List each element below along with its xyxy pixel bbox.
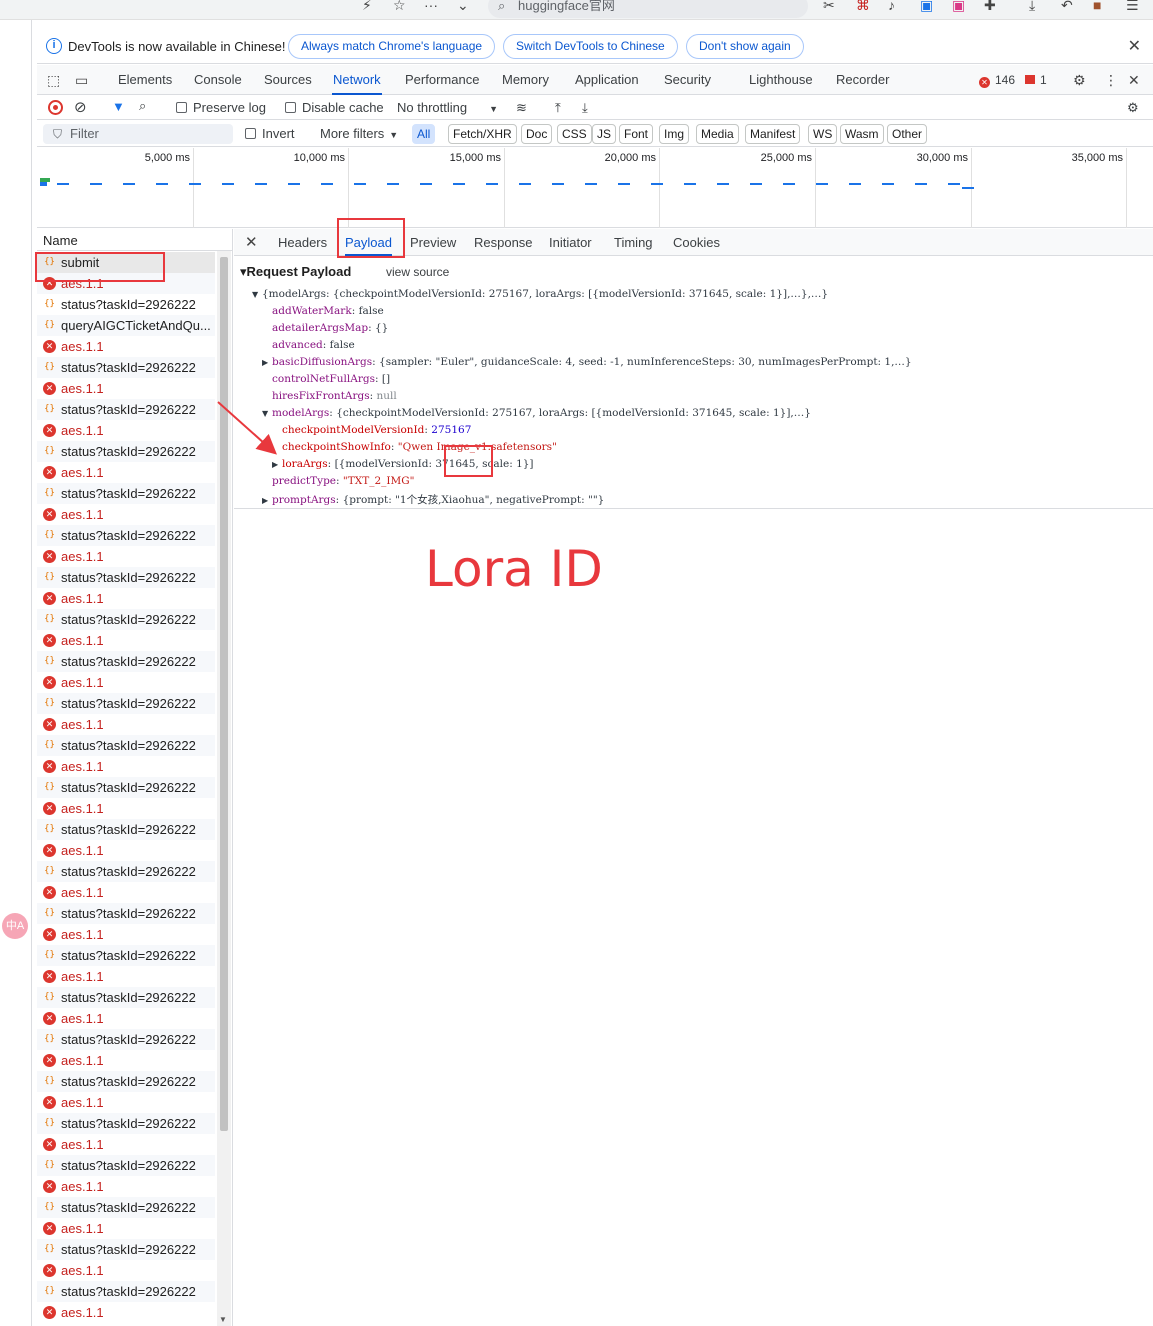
lora-id-annotation: Lora ID xyxy=(425,540,603,598)
screenshot-root: ⚡ ☆ ··· ⌄ ⌕ huggingface官网 ✂ ⌘ ♪ ▣ ▣ ✚ ⤓ … xyxy=(0,0,1153,1326)
annotation-arrow xyxy=(217,401,277,455)
